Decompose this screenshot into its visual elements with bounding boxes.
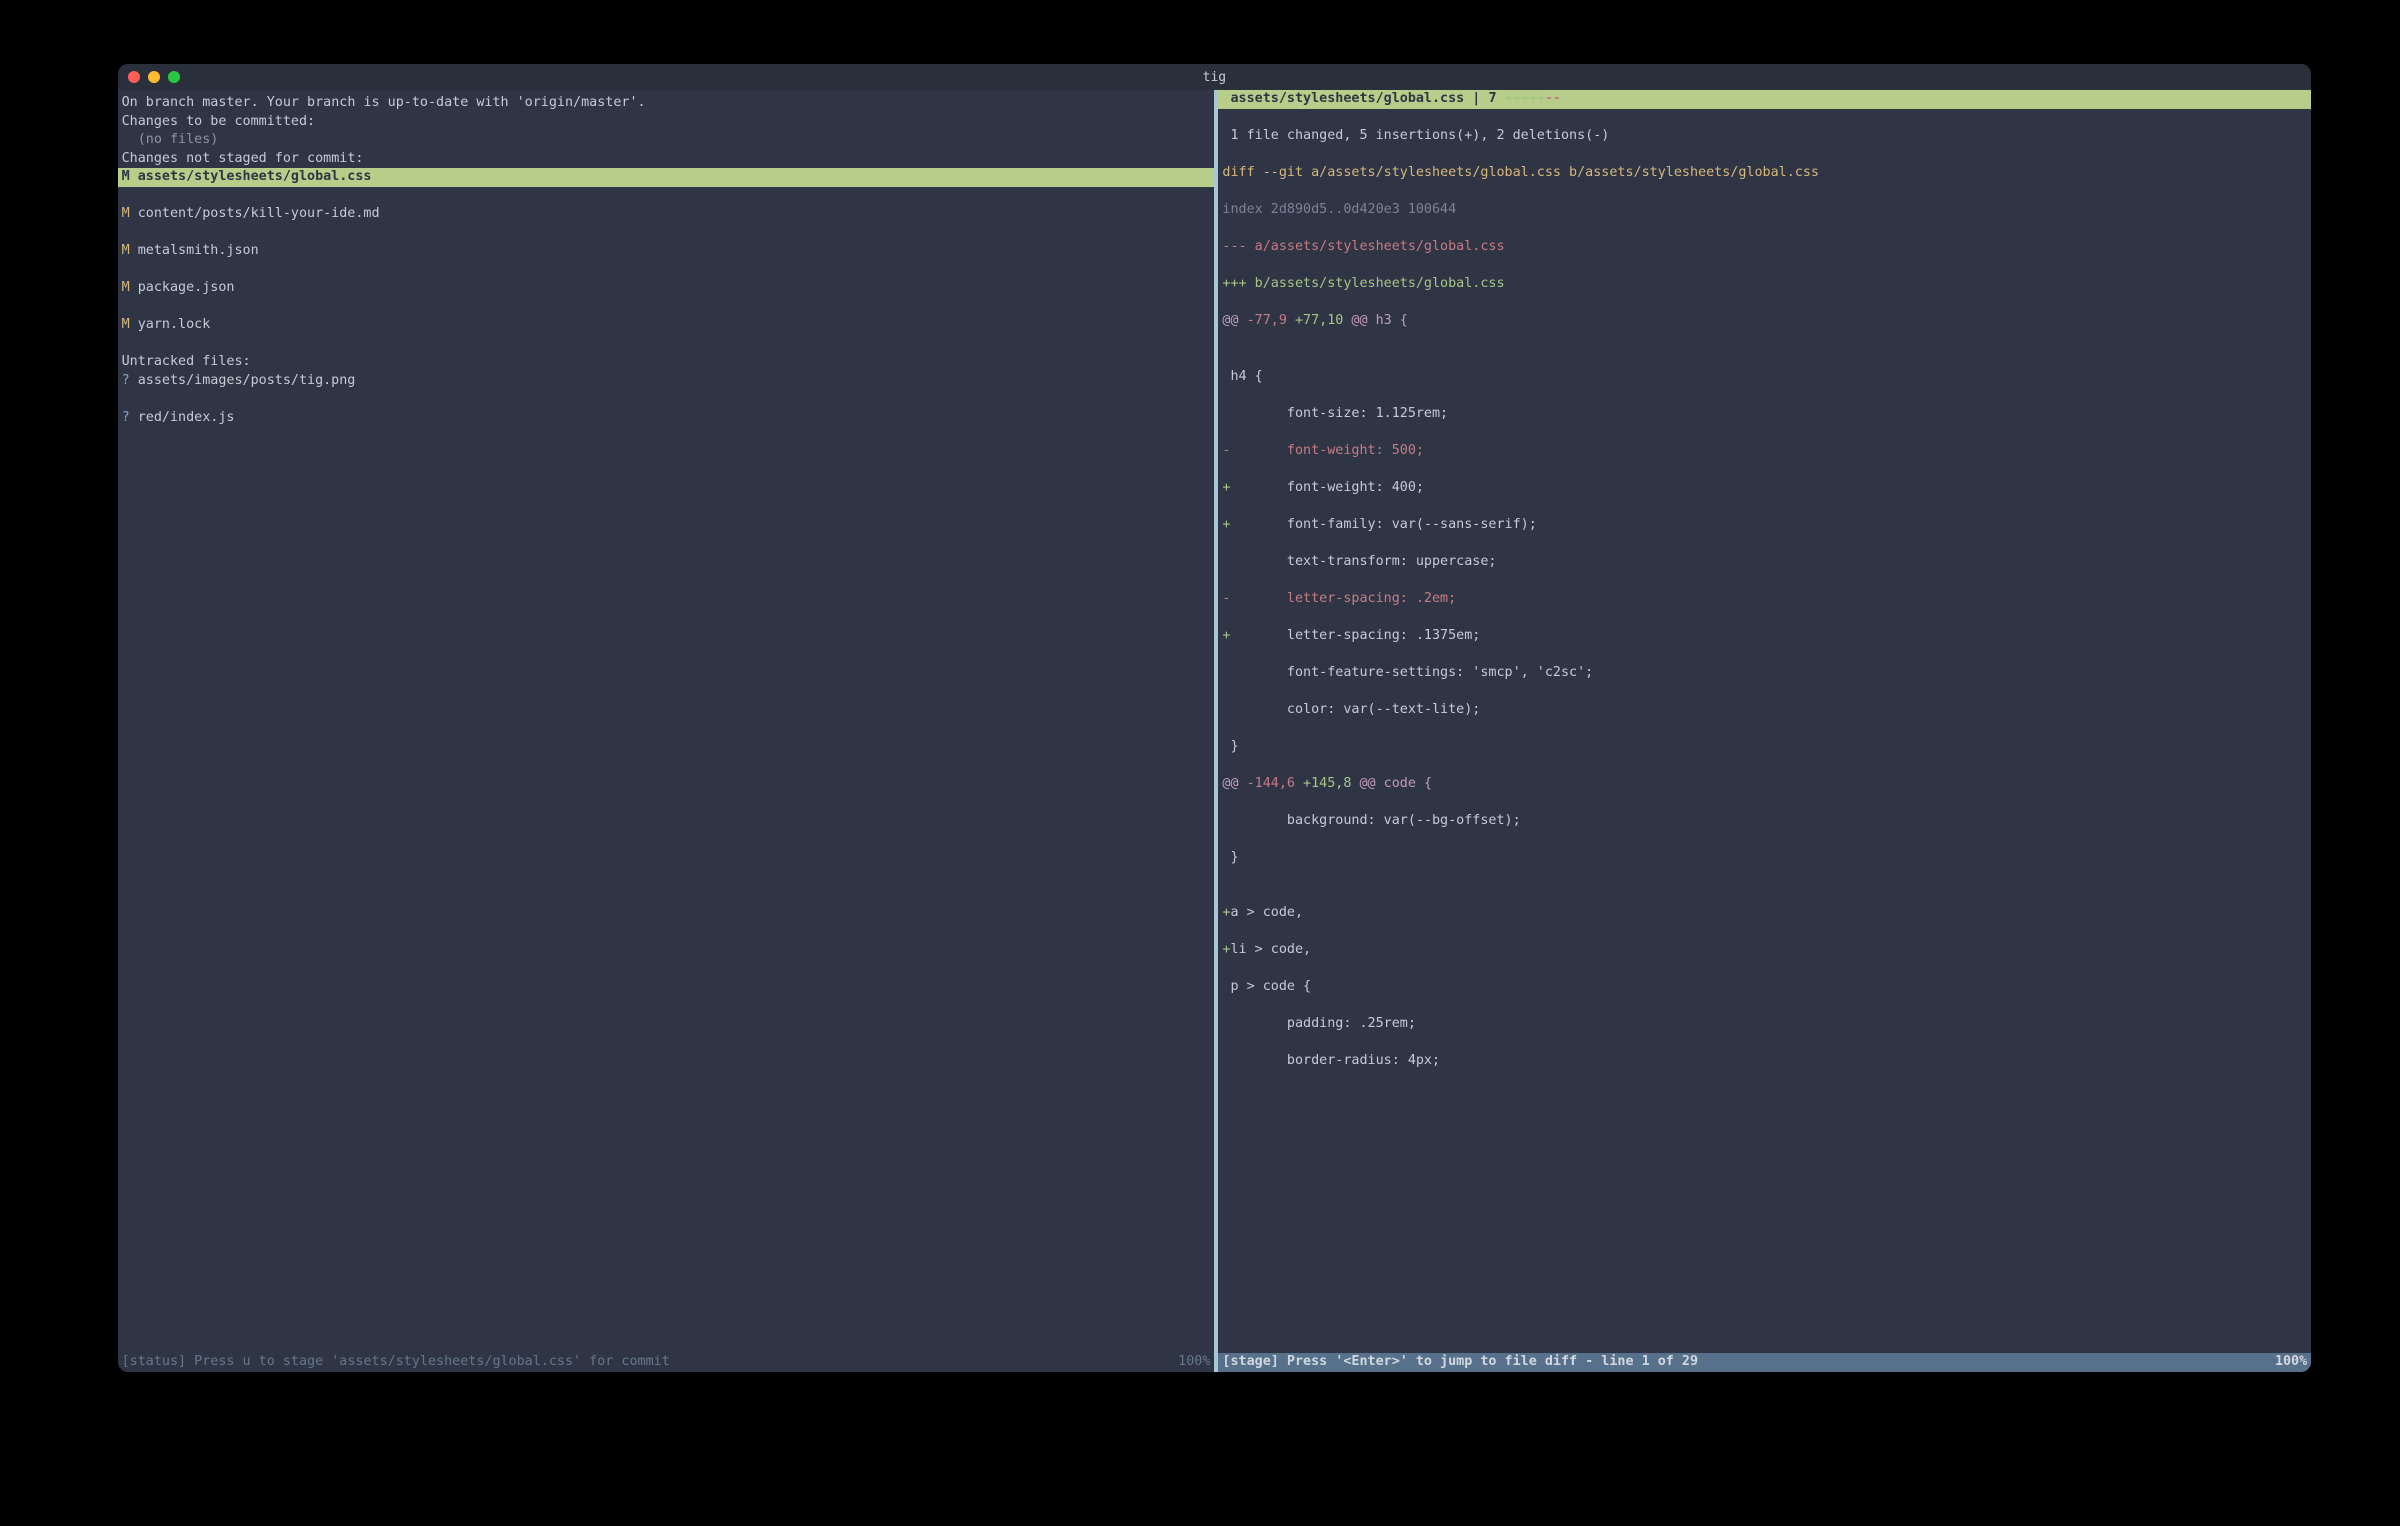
file-path: content/posts/kill-your-ide.md bbox=[130, 206, 380, 221]
diff-line[interactable]: background: var(--bg-offset); bbox=[1222, 812, 2307, 831]
status-content[interactable]: On branch master. Your branch is up-to-d… bbox=[118, 90, 1215, 1353]
diff-line[interactable]: @@ -144,6 +145,8 @@ code { bbox=[1222, 775, 2307, 794]
status-marker-icon: M bbox=[122, 168, 130, 187]
diff-line[interactable]: padding: .25rem; bbox=[1222, 1015, 2307, 1034]
diff-line[interactable]: + font-weight: 400; bbox=[1222, 479, 2307, 498]
diff-line[interactable]: + letter-spacing: .1375em; bbox=[1222, 627, 2307, 646]
untracked-header: Untracked files: bbox=[122, 354, 251, 369]
stage-statusbar: [stage] Press '<Enter>' to jump to file … bbox=[1218, 1353, 2311, 1372]
stage-file-header: assets/stylesheets/global.css | 7 +++++-… bbox=[1218, 90, 2311, 109]
staged-header: Changes to be committed: bbox=[122, 114, 315, 129]
status-statusbar-text: [status] Press u to stage 'assets/styles… bbox=[122, 1353, 1171, 1372]
diff-line[interactable]: +++ b/assets/stylesheets/global.css bbox=[1222, 275, 2307, 294]
diff-line[interactable]: font-feature-settings: 'smcp', 'c2sc'; bbox=[1222, 664, 2307, 683]
untracked-file-row[interactable]: ? assets/images/posts/tig.png bbox=[122, 372, 1211, 391]
diff-line[interactable]: } bbox=[1222, 849, 2307, 868]
status-marker-icon: M bbox=[122, 279, 130, 298]
diff-line[interactable]: +li > code, bbox=[1222, 941, 2307, 960]
panes: On branch master. Your branch is up-to-d… bbox=[118, 90, 2312, 1372]
stage-file-path: assets/stylesheets/global.css bbox=[1222, 91, 1464, 106]
diff-line[interactable]: - font-weight: 500; bbox=[1222, 442, 2307, 461]
diff-line[interactable]: h4 { bbox=[1222, 368, 2307, 387]
diff-line[interactable]: font-size: 1.125rem; bbox=[1222, 405, 2307, 424]
file-path: assets/stylesheets/global.css bbox=[130, 169, 372, 184]
unstaged-header: Changes not staged for commit: bbox=[122, 151, 364, 166]
file-path: package.json bbox=[130, 280, 235, 295]
titlebar: tig bbox=[118, 64, 2312, 90]
file-path: yarn.lock bbox=[130, 317, 211, 332]
status-marker-icon: M bbox=[122, 242, 130, 261]
diff-line[interactable]: diff --git a/assets/stylesheets/global.c… bbox=[1222, 164, 2307, 183]
stage-stat-plus-icon: +++++ bbox=[1505, 91, 1545, 106]
terminal-window: tig On branch master. Your branch is up-… bbox=[118, 64, 2312, 1372]
status-pane[interactable]: On branch master. Your branch is up-to-d… bbox=[118, 90, 1215, 1372]
unstaged-file-row[interactable]: M yarn.lock bbox=[122, 316, 1211, 335]
window-title: tig bbox=[118, 70, 2312, 85]
staged-none: (no files) bbox=[122, 132, 219, 147]
diff-line[interactable]: border-radius: 4px; bbox=[1222, 1052, 2307, 1071]
file-path: metalsmith.json bbox=[130, 243, 259, 258]
diff-line[interactable]: + font-family: var(--sans-serif); bbox=[1222, 516, 2307, 535]
stage-stat-count: 7 bbox=[1488, 91, 1504, 106]
untracked-file-row[interactable]: ? red/index.js bbox=[122, 409, 1211, 428]
file-path: assets/images/posts/tig.png bbox=[130, 373, 356, 388]
diff-line[interactable]: index 2d890d5..0d420e3 100644 bbox=[1222, 201, 2307, 220]
branch-line: On branch master. Your branch is up-to-d… bbox=[122, 95, 646, 110]
status-statusbar-percent: 100% bbox=[1170, 1353, 1210, 1372]
diff-line[interactable]: p > code { bbox=[1222, 978, 2307, 997]
diff-line[interactable]: color: var(--text-lite); bbox=[1222, 701, 2307, 720]
unstaged-file-row[interactable]: M package.json bbox=[122, 279, 1211, 298]
unstaged-file-row[interactable]: M assets/stylesheets/global.css bbox=[118, 168, 1215, 187]
unstaged-file-row[interactable]: M metalsmith.json bbox=[122, 242, 1211, 261]
diff-summary: 1 file changed, 5 insertions(+), 2 delet… bbox=[1222, 128, 1609, 143]
file-path: red/index.js bbox=[130, 410, 235, 425]
diff-line[interactable]: @@ -77,9 +77,10 @@ h3 { bbox=[1222, 312, 2307, 331]
status-marker-icon: M bbox=[122, 205, 130, 224]
unstaged-file-row[interactable]: M content/posts/kill-your-ide.md bbox=[122, 205, 1211, 224]
stage-statusbar-text: [stage] Press '<Enter>' to jump to file … bbox=[1222, 1353, 2267, 1372]
status-marker-icon: ? bbox=[122, 372, 130, 391]
diff-line[interactable]: } bbox=[1222, 738, 2307, 757]
diff-line[interactable]: text-transform: uppercase; bbox=[1222, 553, 2307, 572]
diff-line[interactable]: - letter-spacing: .2em; bbox=[1222, 590, 2307, 609]
stage-statusbar-percent: 100% bbox=[2267, 1353, 2307, 1372]
stage-pane[interactable]: assets/stylesheets/global.css | 7 +++++-… bbox=[1218, 90, 2311, 1372]
stage-stat-minus-icon: -- bbox=[1545, 91, 1561, 106]
status-statusbar: [status] Press u to stage 'assets/styles… bbox=[118, 1353, 1215, 1372]
diff-line[interactable]: +a > code, bbox=[1222, 904, 2307, 923]
status-marker-icon: M bbox=[122, 316, 130, 335]
diff-line[interactable]: --- a/assets/stylesheets/global.css bbox=[1222, 238, 2307, 257]
status-marker-icon: ? bbox=[122, 409, 130, 428]
stage-content[interactable]: assets/stylesheets/global.css | 7 +++++-… bbox=[1218, 90, 2311, 1353]
